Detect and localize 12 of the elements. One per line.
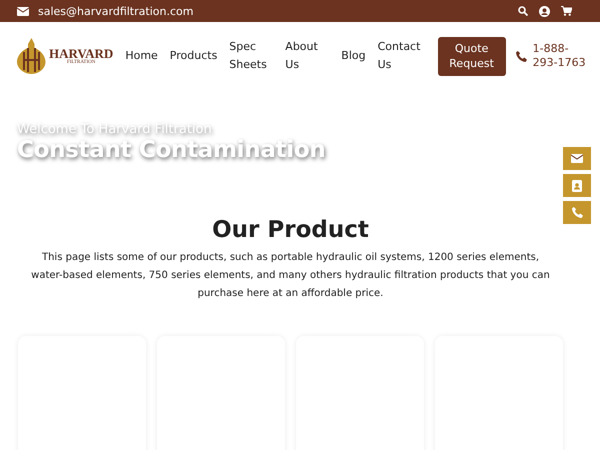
- section-description: This page lists some of our products, such as portable hydraulic oil systems, 1200 series elements, water-based elements, 750 series elements, and many others hydraulic filtration products that you can purchase here at an affordable price.: [30, 251, 550, 301]
- nav-link[interactable]: Home: [119, 47, 164, 65]
- quote-request-button[interactable]: Quote Request: [438, 36, 506, 76]
- phone-number[interactable]: 1-888-293-1763: [532, 42, 588, 70]
- nav-link[interactable]: Spec Sheets: [223, 38, 280, 74]
- nav-link[interactable]: About Us: [279, 38, 336, 74]
- nav-link[interactable]: Blog: [335, 47, 372, 65]
- email-link[interactable]: sales@harvardfiltration.com: [38, 4, 194, 18]
- logo-name: HARVARD: [49, 47, 114, 60]
- nav-link[interactable]: Products: [164, 47, 224, 65]
- section-title: Our Product: [212, 217, 369, 243]
- nav-link[interactable]: Contact Us: [372, 38, 428, 74]
